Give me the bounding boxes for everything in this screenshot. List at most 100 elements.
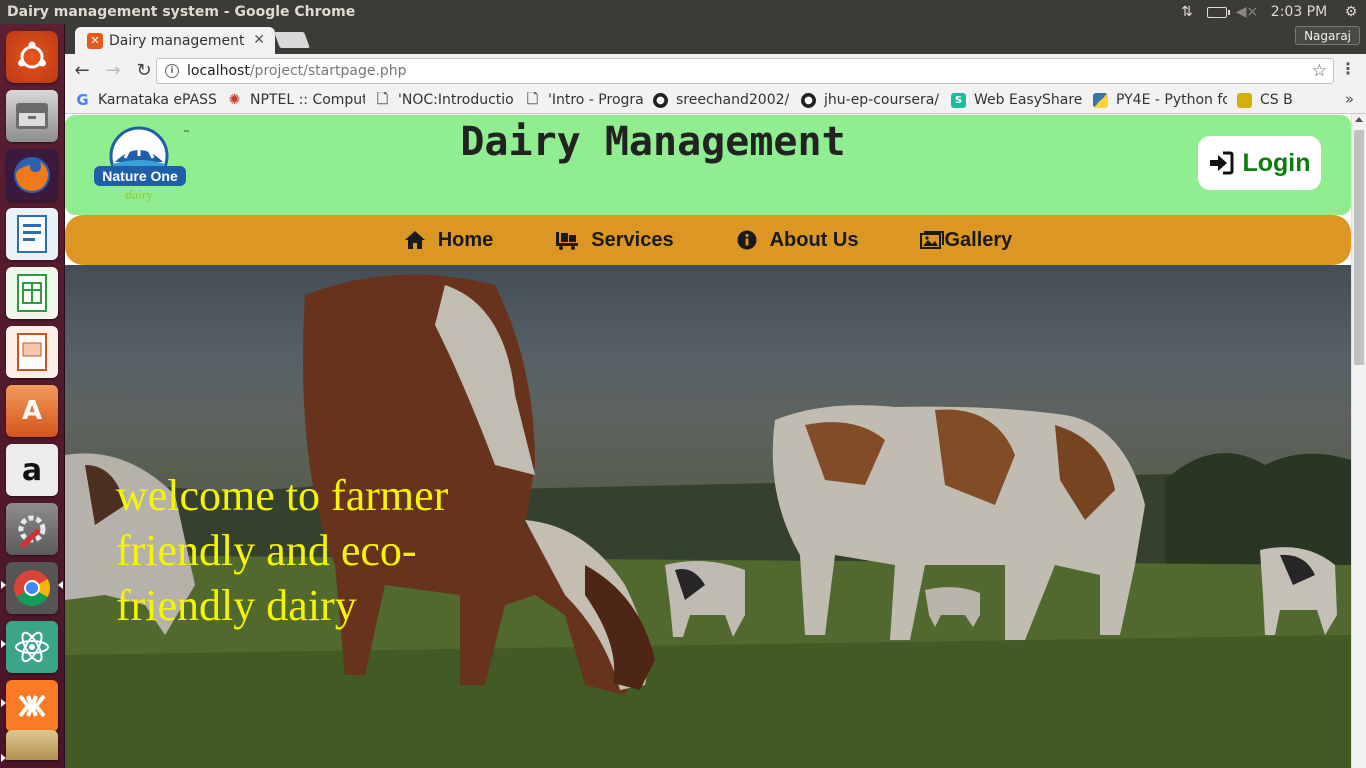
files-icon[interactable]	[6, 90, 58, 142]
running-indicator	[1, 581, 6, 589]
logo-subtext: dairy	[125, 187, 153, 202]
bookmark-item[interactable]: PY4E - Python fo	[1093, 92, 1227, 108]
bookmark-label: 'Intro - Program	[548, 92, 643, 108]
nav-about-label: About Us	[769, 228, 859, 251]
bookmark-star-icon[interactable]: ☆	[1312, 61, 1327, 81]
bookmark-label: CS B	[1260, 92, 1293, 108]
back-arrow-icon[interactable]: ←	[68, 57, 96, 85]
bookmark-item[interactable]: S Web EasyShare	[951, 92, 1083, 108]
chrome-icon[interactable]	[6, 562, 58, 614]
google-icon: G	[76, 92, 89, 108]
firefox-icon[interactable]	[6, 149, 58, 201]
python-icon	[1093, 92, 1108, 108]
github-icon: ●	[801, 92, 816, 108]
atom-icon[interactable]	[6, 621, 58, 673]
url-host: localhost	[187, 63, 250, 79]
bookmark-label: Web EasyShare	[974, 92, 1083, 108]
libreoffice-impress-icon[interactable]	[6, 326, 58, 378]
nav-home[interactable]: Home	[404, 228, 494, 252]
system-indicators: ⇅ ◀× 2:03 PM ⚙	[1172, 0, 1366, 24]
bookmark-label: NPTEL :: Comput	[250, 92, 365, 108]
nav-services-label: Services	[591, 228, 674, 251]
ubuntu-dash-icon[interactable]	[6, 31, 58, 83]
tab-strip: ✕ Dairy management ✕ Nagaraj	[65, 24, 1366, 54]
bookmark-label: Karnataka ePASS	[98, 92, 217, 108]
bookmark-item[interactable]: ✺ NPTEL :: Comput	[227, 92, 365, 108]
easyshare-icon: S	[951, 92, 966, 108]
main-navbar: Home Services About Us Gallery	[65, 215, 1351, 265]
running-indicator	[1, 754, 6, 762]
bookmarks-bar: G Karnataka ePASS ✺ NPTEL :: Comput 🗋 'N…	[65, 87, 1366, 114]
amazon-icon[interactable]: a	[6, 444, 58, 496]
hero-banner: welcome to farmer friendly and eco-frien…	[65, 265, 1351, 768]
reload-icon[interactable]: ↻	[130, 57, 158, 85]
bookmark-label: 'NOC:Introductio	[398, 92, 514, 108]
page-icon: 🗋	[526, 92, 539, 107]
settings-gear-icon[interactable]: ⚙	[1336, 0, 1366, 24]
nav-gallery-label: Gallery	[944, 228, 1013, 251]
scrollbar-thumb[interactable]	[1354, 130, 1364, 365]
running-indicator	[1, 699, 6, 707]
bookmark-label: PY4E - Python fo	[1116, 92, 1227, 108]
unity-launcher: A a	[0, 24, 65, 768]
address-bar[interactable]: i localhost/project/startpage.php ☆	[156, 58, 1334, 84]
sign-in-icon	[1210, 151, 1234, 175]
xampp-icon[interactable]	[6, 680, 58, 732]
more-bookmarks-icon[interactable]: »	[1345, 90, 1354, 108]
browser-tab[interactable]: ✕ Dairy management ✕	[75, 27, 275, 54]
hero-welcome-text: welcome to farmer friendly and eco-frien…	[116, 471, 449, 630]
window-title: Dairy management system - Google Chrome	[7, 4, 356, 20]
login-label: Login	[1242, 148, 1311, 177]
login-button[interactable]: Login	[1198, 136, 1321, 190]
bookmark-item[interactable]: G Karnataka ePASS	[75, 92, 217, 108]
browser-toolbar: ← → ↻ i localhost/project/startpage.php …	[65, 54, 1366, 87]
nav-services[interactable]: Services	[555, 228, 674, 252]
chrome-menu-icon[interactable]: ⋮	[1340, 61, 1356, 77]
site-info-icon[interactable]: i	[165, 64, 179, 78]
new-tab-button[interactable]	[274, 32, 310, 48]
system-settings-icon[interactable]	[6, 503, 58, 555]
info-circle-icon	[737, 230, 757, 250]
page-icon: 🗋	[376, 92, 389, 107]
active-indicator	[58, 581, 63, 589]
forward-arrow-icon[interactable]: →	[99, 57, 127, 85]
nav-about-us[interactable]: About Us	[736, 228, 859, 252]
bookmark-label: sreechand2002/	[676, 92, 790, 108]
volume-muted-icon[interactable]: ◀×	[1232, 0, 1262, 24]
truck-icon	[556, 232, 579, 250]
nav-home-label: Home	[437, 228, 494, 251]
nav-gallery[interactable]: Gallery	[920, 229, 1012, 252]
nptel-icon: ✺	[228, 92, 241, 108]
libreoffice-writer-icon[interactable]	[6, 208, 58, 260]
clock[interactable]: 2:03 PM	[1262, 0, 1336, 24]
system-top-panel: Dairy management system - Google Chrome …	[0, 0, 1366, 24]
software-center-icon[interactable]: A	[6, 385, 58, 437]
bookmark-item[interactable]: 🗋 'NOC:Introductio	[375, 92, 515, 108]
folder-icon	[1237, 92, 1252, 108]
xampp-favicon-icon: ✕	[87, 32, 103, 49]
scroll-up-arrow-icon[interactable]	[1355, 117, 1363, 122]
libreoffice-calc-icon[interactable]	[6, 267, 58, 319]
network-icon[interactable]: ⇅	[1172, 0, 1202, 24]
bookmark-item[interactable]: 🗋 'Intro - Program	[525, 92, 643, 108]
bookmark-item[interactable]: CS B	[1237, 92, 1297, 108]
page-viewport: ™ Nature One dairy Dairy Management Logi…	[65, 114, 1351, 768]
bookmark-item[interactable]: ● sreechand2002/	[653, 92, 791, 108]
profile-button[interactable]: Nagaraj	[1295, 26, 1360, 45]
github-icon: ●	[653, 92, 668, 108]
close-tab-icon[interactable]: ✕	[253, 32, 265, 48]
tab-title: Dairy management	[109, 32, 245, 49]
bookmark-item[interactable]: ● jhu-ep-coursera/	[801, 92, 941, 108]
running-indicator	[1, 640, 6, 648]
url-path: /project/startpage.php	[249, 63, 407, 79]
bookmark-label: jhu-ep-coursera/	[824, 92, 940, 108]
logo-text: Nature One	[102, 168, 178, 184]
images-icon	[920, 231, 945, 249]
home-icon	[404, 231, 425, 249]
page-title: Dairy Management	[460, 119, 846, 165]
trash-icon[interactable]	[6, 730, 58, 760]
browser-window: ✕ Dairy management ✕ Nagaraj ← → ↻ i loc…	[65, 24, 1366, 768]
site-header: ™ Nature One dairy Dairy Management Logi…	[65, 115, 1351, 215]
battery-icon[interactable]	[1202, 0, 1232, 24]
page-scrollbar[interactable]	[1351, 114, 1366, 768]
